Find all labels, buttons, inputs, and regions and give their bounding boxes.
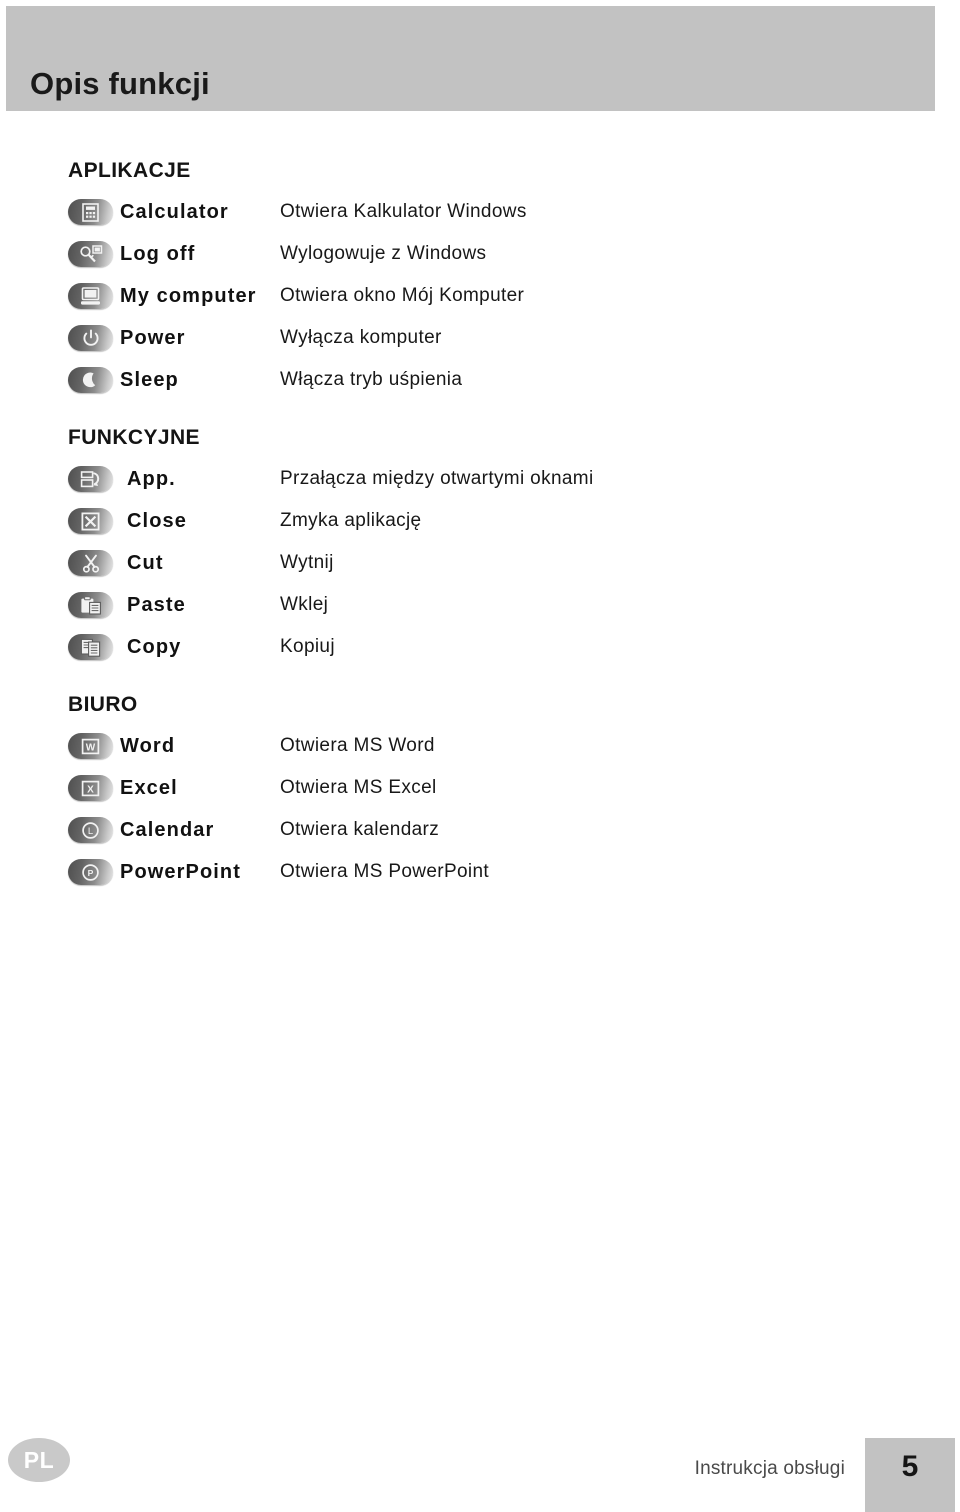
section-biuro: BIURO W Word Otwiera MS Word X Excel Otw… bbox=[0, 694, 960, 893]
icon-cell: X bbox=[68, 775, 120, 801]
function-label: App. bbox=[127, 467, 176, 490]
footer-note: Instrukcja obsługi bbox=[694, 1458, 845, 1479]
powerpoint-p-icon: P bbox=[68, 859, 113, 885]
list-item: Power Wyłącza komputer bbox=[0, 317, 960, 359]
list-item: App. Przałącza między otwartymi oknami bbox=[0, 458, 960, 500]
function-description: Otwiera MS Word bbox=[280, 735, 435, 756]
list-item: Copy Kopiuj bbox=[0, 626, 960, 668]
copy-pages-icon bbox=[68, 634, 113, 660]
list-item: P PowerPoint Otwiera MS PowerPoint bbox=[0, 851, 960, 893]
list-item: Log off Wylogowuje z Windows bbox=[0, 233, 960, 275]
icon-cell bbox=[68, 550, 120, 576]
section-aplikacje: APLIKACJE Calculator Otwiera Kalkulator … bbox=[0, 160, 960, 401]
function-label: Word bbox=[120, 734, 176, 757]
function-label: PowerPoint bbox=[120, 860, 242, 883]
section-heading-aplikacje: APLIKACJE bbox=[68, 159, 191, 182]
function-label: Excel bbox=[120, 776, 178, 799]
function-label: Calculator bbox=[120, 200, 229, 223]
clipboard-paste-icon bbox=[68, 592, 113, 618]
function-label: Log off bbox=[120, 242, 196, 265]
calculator-icon bbox=[68, 199, 113, 225]
function-description: Wylogowuje z Windows bbox=[280, 243, 487, 264]
function-description: Otwiera kalendarz bbox=[280, 819, 440, 840]
icon-cell bbox=[68, 325, 120, 351]
icon-cell bbox=[68, 199, 120, 225]
icon-cell: L bbox=[68, 817, 120, 843]
icon-cell bbox=[68, 634, 120, 660]
function-label: Copy bbox=[127, 635, 182, 658]
page-number-box: 5 bbox=[865, 1438, 955, 1512]
function-label: Paste bbox=[127, 593, 186, 616]
page-footer: PL Instrukcja obsługi 5 bbox=[0, 1420, 960, 1512]
language-badge: PL bbox=[8, 1438, 70, 1482]
list-item: Cut Wytnij bbox=[0, 542, 960, 584]
rows-funkcyjne: App. Przałącza między otwartymi oknami C… bbox=[0, 458, 960, 668]
function-label: My computer bbox=[120, 284, 257, 307]
list-item: L Calendar Otwiera kalendarz bbox=[0, 809, 960, 851]
function-description: Otwiera Kalkulator Windows bbox=[280, 201, 527, 222]
list-item: Paste Wklej bbox=[0, 584, 960, 626]
function-description: Otwiera MS PowerPoint bbox=[280, 861, 490, 882]
function-label: Cut bbox=[127, 551, 164, 574]
icon-cell bbox=[68, 241, 120, 267]
icon-cell: W bbox=[68, 733, 120, 759]
list-item: My computer Otwiera okno Mój Komputer bbox=[0, 275, 960, 317]
function-description-list: APLIKACJE Calculator Otwiera Kalkulator … bbox=[0, 160, 960, 893]
power-icon bbox=[68, 325, 113, 351]
section-heading-biuro: BIURO bbox=[68, 693, 138, 716]
function-label: Calendar bbox=[120, 818, 215, 841]
icon-cell bbox=[68, 367, 120, 393]
icon-cell bbox=[68, 283, 120, 309]
rows-biuro: W Word Otwiera MS Word X Excel Otwiera M… bbox=[0, 725, 960, 893]
my-computer-icon bbox=[68, 283, 113, 309]
icon-cell: P bbox=[68, 859, 120, 885]
function-description: Wklej bbox=[280, 594, 329, 615]
page-number: 5 bbox=[901, 1450, 919, 1483]
function-description: Wytnij bbox=[280, 552, 334, 573]
excel-x-icon: X bbox=[68, 775, 113, 801]
list-item: Calculator Otwiera Kalkulator Windows bbox=[0, 191, 960, 233]
function-description: Włącza tryb uśpienia bbox=[280, 369, 463, 390]
function-label: Sleep bbox=[120, 368, 179, 391]
rows-aplikacje: Calculator Otwiera Kalkulator Windows Lo… bbox=[0, 191, 960, 401]
list-item: Sleep Włącza tryb uśpienia bbox=[0, 359, 960, 401]
page-header-banner: Opis funkcji bbox=[6, 6, 935, 111]
function-description: Zmyka aplikację bbox=[280, 510, 422, 531]
function-description: Otwiera MS Excel bbox=[280, 777, 437, 798]
function-description: Kopiuj bbox=[280, 636, 335, 657]
list-item: X Excel Otwiera MS Excel bbox=[0, 767, 960, 809]
word-w-icon: W bbox=[68, 733, 113, 759]
list-item: Close Zmyka aplikację bbox=[0, 500, 960, 542]
svg-text:L: L bbox=[88, 826, 93, 837]
section-heading-funkcyjne: FUNKCYJNE bbox=[68, 426, 200, 449]
function-description: Wyłącza komputer bbox=[280, 327, 442, 348]
icon-cell bbox=[68, 466, 120, 492]
close-x-icon bbox=[68, 508, 113, 534]
svg-text:P: P bbox=[88, 868, 94, 878]
svg-text:X: X bbox=[87, 784, 94, 795]
scissors-icon bbox=[68, 550, 113, 576]
moon-sleep-icon bbox=[68, 367, 113, 393]
key-logoff-icon bbox=[68, 241, 113, 267]
function-label: Close bbox=[127, 509, 187, 532]
svg-text:W: W bbox=[86, 742, 96, 753]
list-item: W Word Otwiera MS Word bbox=[0, 725, 960, 767]
function-description: Otwiera okno Mój Komputer bbox=[280, 285, 525, 306]
page-title: Opis funkcji bbox=[30, 66, 210, 101]
function-label: Power bbox=[120, 326, 186, 349]
switch-app-icon bbox=[68, 466, 113, 492]
calendar-l-icon: L bbox=[68, 817, 113, 843]
function-description: Przałącza między otwartymi oknami bbox=[280, 468, 594, 489]
icon-cell bbox=[68, 508, 120, 534]
icon-cell bbox=[68, 592, 120, 618]
section-funkcyjne: FUNKCYJNE App. Przałącza między otwartym bbox=[0, 427, 960, 668]
